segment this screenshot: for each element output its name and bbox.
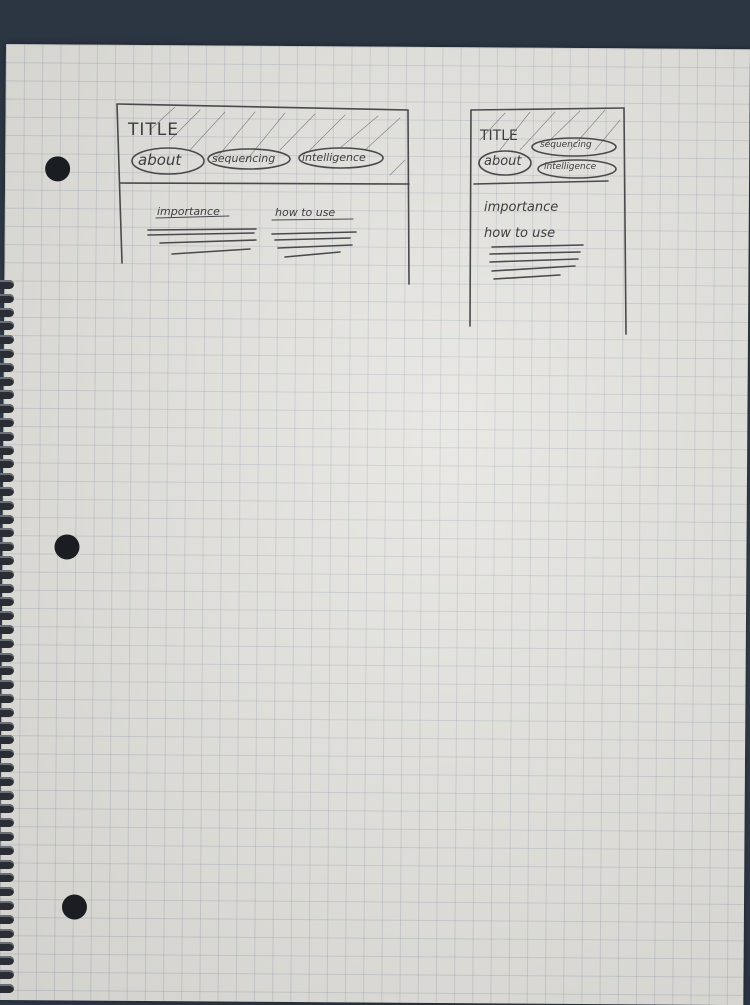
mobile-title: TITLE	[480, 128, 518, 144]
mobile-item-importance: importance	[484, 200, 559, 215]
mobile-button-intelligence: intelligence	[544, 162, 597, 172]
mobile-button-sequencing: sequencing	[540, 140, 592, 150]
mobile-button-about: about	[484, 154, 522, 169]
mobile-wireframe-lines	[469, 107, 627, 335]
mobile-item-how-to-use: how to use	[484, 226, 556, 241]
